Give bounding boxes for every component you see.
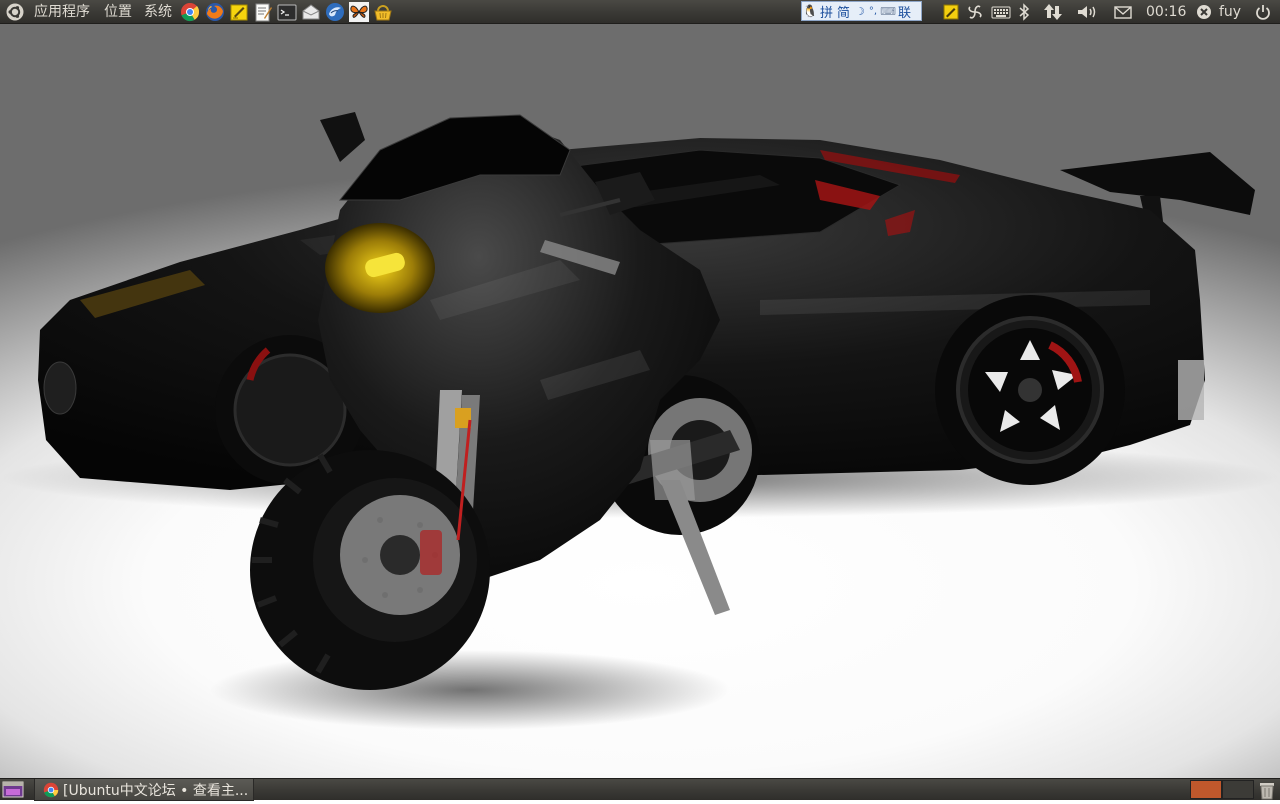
show-desktop-icon[interactable] xyxy=(2,781,24,798)
terminal-icon[interactable] xyxy=(277,2,297,22)
lian-mode-label[interactable]: 联 xyxy=(898,2,911,21)
user-status-icon[interactable] xyxy=(1194,0,1214,24)
chrome-icon[interactable] xyxy=(180,2,200,22)
basket-app-icon[interactable] xyxy=(373,2,393,22)
text-editor-icon[interactable] xyxy=(253,2,273,22)
input-method-bar[interactable]: 🐧 拼 简 ☽ °, ⌨ 联 xyxy=(801,1,922,21)
desktop[interactable] xyxy=(0,24,1280,778)
notes-indicator-icon[interactable] xyxy=(940,0,962,24)
volume-icon[interactable] xyxy=(1074,0,1100,24)
applications-menu[interactable]: 应用程序 xyxy=(34,0,90,24)
power-icon[interactable] xyxy=(1252,0,1274,24)
trash-icon[interactable] xyxy=(1258,780,1276,800)
top-panel: 应用程序 位置 系统 🐧 拼 简 ☽ °, ⌨ 联 00:16 fuy xyxy=(0,0,1280,24)
chrome-icon xyxy=(43,782,59,798)
bottom-panel: [Ubuntu中文论坛 • 查看主... xyxy=(0,778,1280,801)
moon-icon[interactable]: ☽ xyxy=(855,5,865,18)
bluetooth-icon[interactable] xyxy=(1014,0,1034,24)
places-menu[interactable]: 位置 xyxy=(104,0,132,24)
system-menu[interactable]: 系统 xyxy=(144,0,172,24)
pinwheel-icon[interactable] xyxy=(964,0,986,24)
network-icon[interactable] xyxy=(1041,0,1065,24)
punctuation-icon[interactable]: °, xyxy=(869,6,877,17)
butterfly-app-icon[interactable] xyxy=(349,2,369,22)
wallpaper-image xyxy=(0,112,1280,730)
keyboard-icon[interactable] xyxy=(989,0,1013,24)
pinyin-mode-label[interactable]: 拼 xyxy=(820,2,833,21)
clock[interactable]: 00:16 xyxy=(1146,0,1186,24)
envelope-icon[interactable] xyxy=(1111,0,1135,24)
soft-keyboard-icon[interactable]: ⌨ xyxy=(880,5,896,18)
mail-icon[interactable] xyxy=(301,2,321,22)
thunderbird-icon[interactable] xyxy=(325,2,345,22)
workspace-2[interactable] xyxy=(1222,780,1254,799)
ubuntu-logo-icon[interactable] xyxy=(6,3,24,21)
taskbar-window-title: [Ubuntu中文论坛 • 查看主... xyxy=(63,782,249,799)
taskbar-window-button[interactable]: [Ubuntu中文论坛 • 查看主... xyxy=(34,779,254,801)
penguin-icon: 🐧 xyxy=(802,4,818,18)
workspace-1[interactable] xyxy=(1190,780,1222,799)
firefox-icon[interactable] xyxy=(205,2,225,22)
user-name[interactable]: fuy xyxy=(1219,0,1241,24)
sticky-notes-icon[interactable] xyxy=(229,2,249,22)
simplified-mode-label[interactable]: 简 xyxy=(837,2,850,21)
